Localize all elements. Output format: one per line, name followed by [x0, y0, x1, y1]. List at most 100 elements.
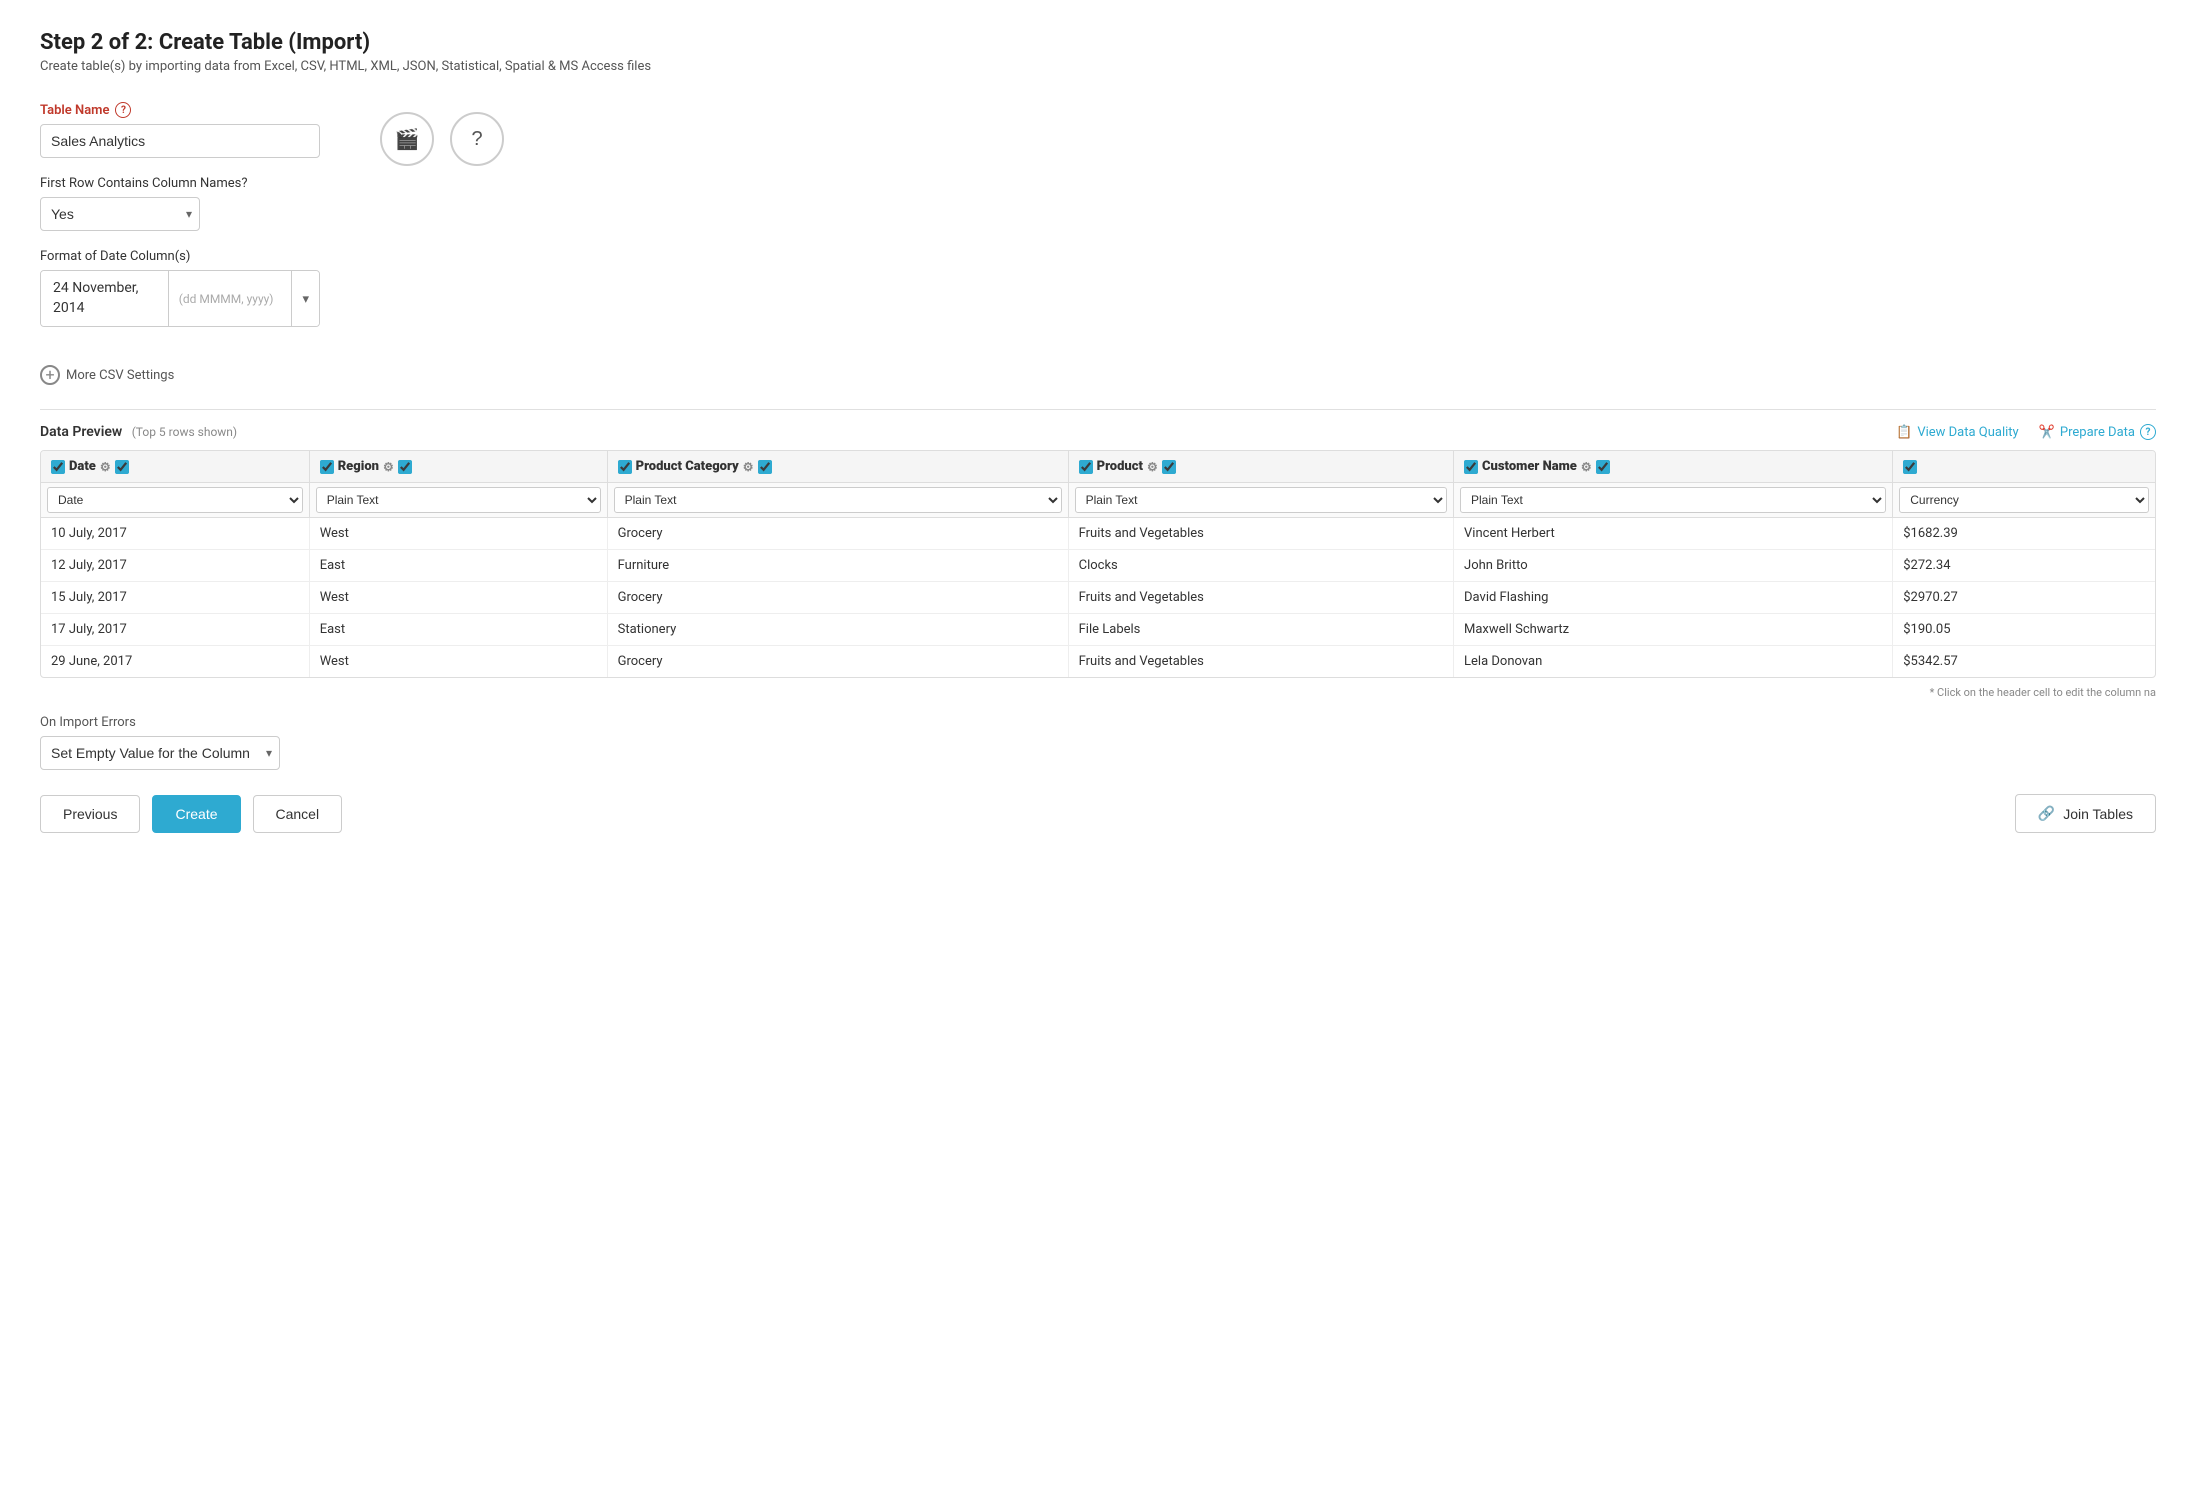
divider	[40, 409, 2156, 410]
col-gear-date[interactable]: ⚙	[100, 460, 111, 474]
link-icon: 🔗	[2038, 805, 2055, 822]
col-gear-region[interactable]: ⚙	[383, 460, 394, 474]
col-header-product-category[interactable]: Product Category ⚙	[607, 451, 1068, 483]
col-checkbox-date[interactable]	[51, 460, 65, 474]
data-preview-header: Data Preview (Top 5 rows shown) 📋 View D…	[40, 424, 2156, 440]
type-cell-product-category[interactable]: Plain Text Date Number	[607, 483, 1068, 518]
table-name-help-icon[interactable]: ?	[115, 102, 131, 118]
type-select-product[interactable]: Plain Text Date Number	[1075, 487, 1447, 513]
col-checkbox-region-2[interactable]	[398, 460, 412, 474]
table-cell: Stationery	[607, 614, 1068, 646]
footer-note: * Click on the header cell to edit the c…	[40, 686, 2156, 699]
table-cell: $190.05	[1893, 614, 2155, 646]
table-cell: 17 July, 2017	[41, 614, 309, 646]
table-cell: 15 July, 2017	[41, 582, 309, 614]
table-cell: Grocery	[607, 518, 1068, 550]
preview-actions: 📋 View Data Quality ✂️ Prepare Data ?	[1896, 424, 2156, 440]
prepare-data-link[interactable]: ✂️ Prepare Data ?	[2039, 424, 2156, 440]
more-csv-link[interactable]: + More CSV Settings	[40, 365, 2156, 385]
help-button[interactable]: ?	[450, 112, 504, 166]
table-row: 10 July, 2017WestGroceryFruits and Veget…	[41, 518, 2155, 550]
table-row: 17 July, 2017EastStationeryFile LabelsMa…	[41, 614, 2155, 646]
col-checkbox-customer-name-2[interactable]	[1596, 460, 1610, 474]
type-select-customer-name[interactable]: Plain Text Date Number	[1460, 487, 1886, 513]
col-gear-customer-name[interactable]: ⚙	[1581, 460, 1592, 474]
table-row: 29 June, 2017WestGroceryFruits and Veget…	[41, 646, 2155, 678]
type-cell-customer-name[interactable]: Plain Text Date Number	[1454, 483, 1893, 518]
table-cell: $1682.39	[1893, 518, 2155, 550]
date-format-dropdown-btn[interactable]: ▾	[291, 271, 319, 326]
date-format-row: 24 November, 2014 (dd MMMM, yyyy) ▾	[40, 270, 320, 327]
data-preview-table: Date ⚙ Region ⚙ Prod	[41, 451, 2155, 677]
question-icon: ?	[471, 128, 482, 151]
type-cell-date[interactable]: Date Plain Text Number	[41, 483, 309, 518]
col-checkbox-customer-name[interactable]	[1464, 460, 1478, 474]
table-name-label: Table Name	[40, 103, 109, 118]
type-cell-region[interactable]: Plain Text Date Number	[309, 483, 607, 518]
camera-button[interactable]: 🎬	[380, 112, 434, 166]
type-select-date[interactable]: Date Plain Text Number	[47, 487, 303, 513]
col-header-region[interactable]: Region ⚙	[309, 451, 607, 483]
date-format-hint: (dd MMMM, yyyy)	[169, 271, 292, 326]
import-errors-label: On Import Errors	[40, 715, 2156, 730]
table-cell: File Labels	[1068, 614, 1453, 646]
type-select-product-category[interactable]: Plain Text Date Number	[614, 487, 1062, 513]
col-header-sales[interactable]	[1893, 451, 2155, 483]
col-header-product[interactable]: Product ⚙	[1068, 451, 1453, 483]
col-header-date[interactable]: Date ⚙	[41, 451, 309, 483]
first-row-label: First Row Contains Column Names?	[40, 176, 248, 191]
table-cell: John Britto	[1454, 550, 1893, 582]
table-row: 15 July, 2017WestGroceryFruits and Veget…	[41, 582, 2155, 614]
col-checkbox-product-2[interactable]	[1162, 460, 1176, 474]
table-cell: David Flashing	[1454, 582, 1893, 614]
date-format-label: Format of Date Column(s)	[40, 249, 190, 264]
prepare-data-help-icon[interactable]: ?	[2140, 424, 2156, 440]
cancel-button[interactable]: Cancel	[253, 795, 343, 833]
col-checkbox-product-category[interactable]	[618, 460, 632, 474]
col-checkbox-product[interactable]	[1079, 460, 1093, 474]
col-checkbox-sales[interactable]	[1903, 460, 1917, 474]
table-cell: Fruits and Vegetables	[1068, 646, 1453, 678]
col-gear-product-category[interactable]: ⚙	[743, 460, 754, 474]
col-checkbox-product-category-2[interactable]	[758, 460, 772, 474]
type-cell-sales[interactable]: Currency Number Plain Text	[1893, 483, 2155, 518]
table-cell: Fruits and Vegetables	[1068, 518, 1453, 550]
table-cell: 29 June, 2017	[41, 646, 309, 678]
data-preview-title: Data Preview	[40, 424, 122, 440]
table-cell: East	[309, 550, 607, 582]
page-subtitle: Create table(s) by importing data from E…	[40, 59, 2156, 74]
table-cell: West	[309, 646, 607, 678]
preview-tbody: 10 July, 2017WestGroceryFruits and Veget…	[41, 518, 2155, 678]
table-name-input[interactable]	[40, 124, 320, 158]
table-cell: Grocery	[607, 646, 1068, 678]
data-preview-title-group: Data Preview (Top 5 rows shown)	[40, 424, 237, 440]
type-cell-product[interactable]: Plain Text Date Number	[1068, 483, 1453, 518]
camera-icon: 🎬	[395, 127, 420, 152]
previous-button[interactable]: Previous	[40, 795, 140, 833]
table-cell: Lela Donovan	[1454, 646, 1893, 678]
col-gear-product[interactable]: ⚙	[1147, 460, 1158, 474]
table-cell: Maxwell Schwartz	[1454, 614, 1893, 646]
type-select-region[interactable]: Plain Text Date Number	[316, 487, 601, 513]
col-checkbox-region[interactable]	[320, 460, 334, 474]
col-checkbox-date-2[interactable]	[115, 460, 129, 474]
plus-icon: +	[40, 365, 60, 385]
data-table-wrapper: Date ⚙ Region ⚙ Prod	[40, 450, 2156, 678]
type-select-sales[interactable]: Currency Number Plain Text	[1899, 487, 2149, 513]
import-errors-section: On Import Errors Set Empty Value for the…	[40, 715, 2156, 770]
table-cell: 12 July, 2017	[41, 550, 309, 582]
view-data-quality-link[interactable]: 📋 View Data Quality	[1896, 425, 2019, 440]
table-cell: Grocery	[607, 582, 1068, 614]
table-cell: Furniture	[607, 550, 1068, 582]
table-cell: West	[309, 518, 607, 550]
col-header-customer-name[interactable]: Customer Name ⚙	[1454, 451, 1893, 483]
join-tables-button[interactable]: 🔗 Join Tables	[2015, 794, 2156, 833]
prepare-data-icon: ✂️	[2039, 425, 2055, 440]
create-button[interactable]: Create	[152, 795, 240, 833]
type-row: Date Plain Text Number Plain Text Date N…	[41, 483, 2155, 518]
table-cell: West	[309, 582, 607, 614]
first-row-select[interactable]: Yes No	[40, 197, 200, 231]
date-format-value: 24 November, 2014	[41, 271, 169, 326]
import-errors-select[interactable]: Set Empty Value for the Column Skip the …	[40, 736, 280, 770]
table-cell: East	[309, 614, 607, 646]
